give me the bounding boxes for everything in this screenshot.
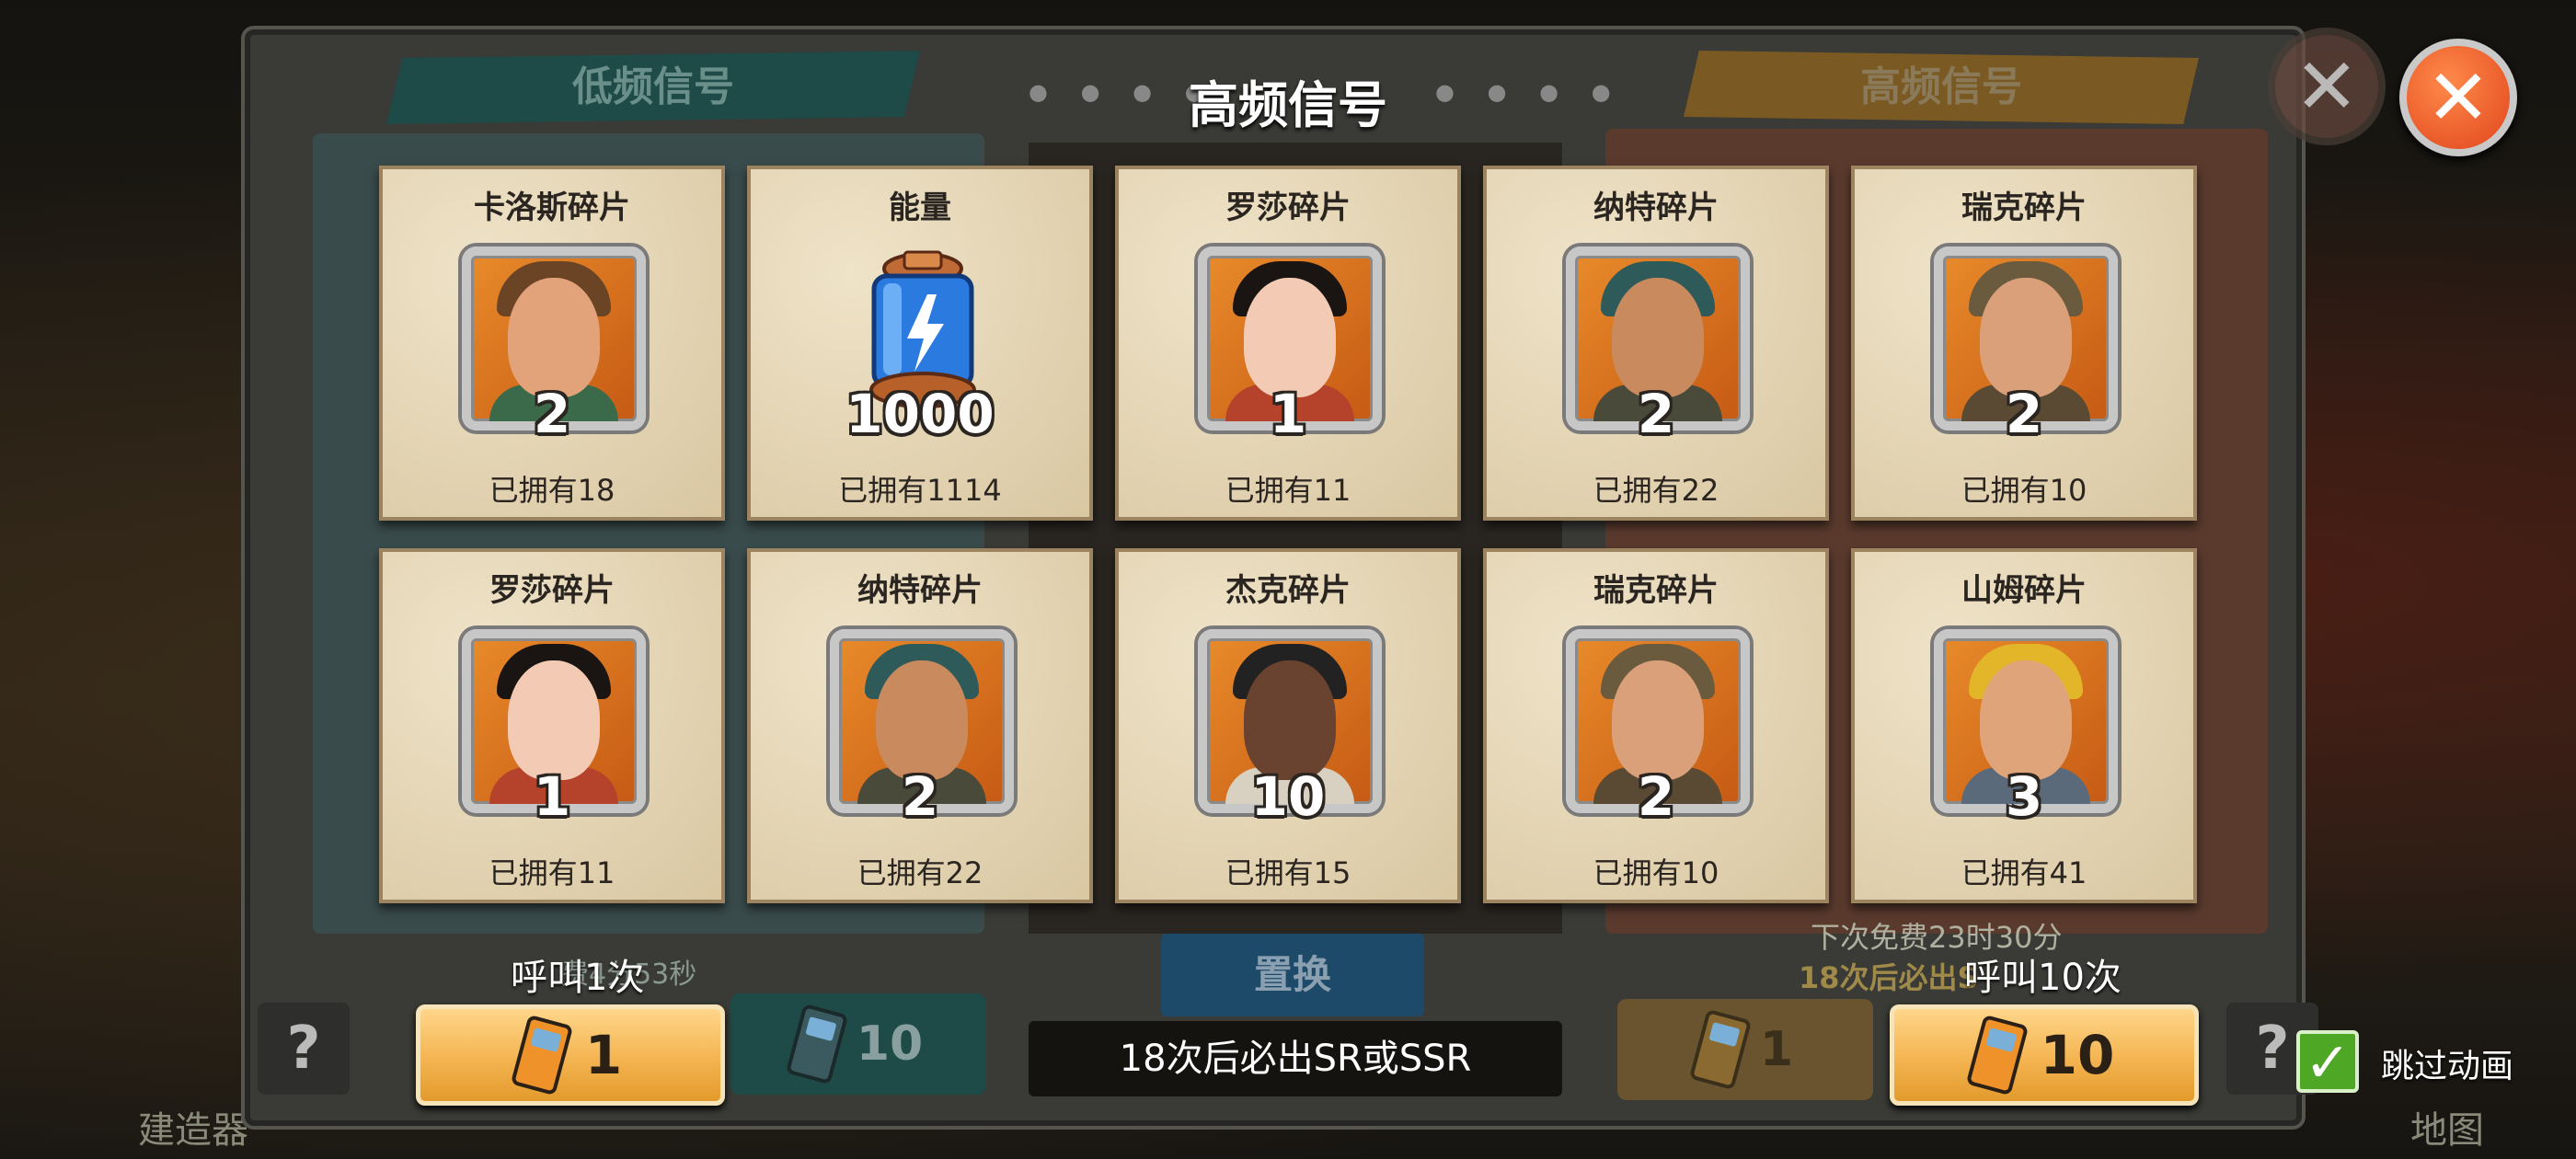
reward-card[interactable]: 卡洛斯碎片 2 已拥有18 <box>379 166 725 521</box>
card-owned-count: 已拥有1114 <box>838 473 1002 508</box>
reward-card[interactable]: 杰克碎片 10 已拥有15 <box>1115 548 1461 903</box>
tab-high-signal[interactable]: 高频信号 <box>1684 51 2199 124</box>
card-owned-count: 已拥有18 <box>489 473 615 508</box>
reward-card[interactable]: 能量 1000 已拥有1114 <box>747 166 1093 521</box>
replace-button[interactable]: 置换 <box>1161 934 1424 1016</box>
close-icon-background: ✕ <box>2268 28 2386 145</box>
portrait-face <box>1980 278 2072 397</box>
reward-card[interactable]: 山姆碎片 3 已拥有41 <box>1851 548 2197 903</box>
card-quantity: 2 <box>1637 765 1675 828</box>
tab-low-signal[interactable]: 低频信号 <box>386 51 920 124</box>
card-owned-count: 已拥有15 <box>1225 855 1351 890</box>
card-name: 能量 <box>889 189 951 226</box>
card-quantity: 1 <box>1269 383 1307 445</box>
walkie-talkie-icon <box>1965 1014 2029 1096</box>
portrait-face <box>876 660 968 780</box>
call-ten-label: 呼叫10次 <box>1964 957 2122 999</box>
skip-animation-label: 跳过动画 <box>2381 1048 2514 1085</box>
card-quantity: 1000 <box>845 383 995 445</box>
card-quantity: 1 <box>533 765 571 828</box>
card-owned-count: 已拥有10 <box>1961 473 2087 508</box>
page-title: 高频信号 <box>1189 76 1387 134</box>
card-name: 罗莎碎片 <box>489 572 615 609</box>
reward-card[interactable]: 瑞克碎片 2 已拥有10 <box>1483 548 1829 903</box>
call-ten-low-button[interactable]: 10 <box>730 993 986 1095</box>
call-once-label: 呼叫1次 <box>511 957 645 999</box>
call-ten-button[interactable]: 10 <box>1890 1004 2199 1106</box>
walkie-talkie-icon <box>785 1003 849 1085</box>
card-quantity: 2 <box>901 765 939 828</box>
close-button[interactable]: ✕ <box>2399 39 2517 156</box>
call-ten-low-cost: 10 <box>856 1016 924 1072</box>
card-owned-count: 已拥有22 <box>1593 473 1719 508</box>
walkie-talkie-icon <box>1688 1008 1753 1091</box>
help-button-left[interactable]: ? <box>258 1003 350 1095</box>
card-name: 卡洛斯碎片 <box>474 189 630 226</box>
card-owned-count: 已拥有22 <box>857 855 983 890</box>
reward-card[interactable]: 纳特碎片 2 已拥有22 <box>747 548 1093 903</box>
portrait-face <box>1612 278 1704 397</box>
call-once-cost: 1 <box>584 1024 623 1086</box>
card-owned-count: 已拥有10 <box>1593 855 1719 890</box>
portrait-face <box>508 660 600 780</box>
guarantee-note: 18次后必出S <box>1799 960 1979 995</box>
card-name: 瑞克碎片 <box>1593 572 1719 609</box>
reward-card[interactable]: 瑞克碎片 2 已拥有10 <box>1851 166 2197 521</box>
portrait-face <box>1244 660 1336 780</box>
card-quantity: 3 <box>2005 765 2043 828</box>
portrait-face <box>1244 278 1336 397</box>
portrait-face <box>1980 660 2072 780</box>
skip-animation-checkbox[interactable]: ✓ <box>2296 1030 2359 1093</box>
call-once-high-cost: 1 <box>1759 1022 1794 1077</box>
card-quantity: 2 <box>2005 383 2043 445</box>
guarantee-status: 18次后必出SR或SSR <box>1029 1021 1562 1096</box>
card-quantity: 10 <box>1250 765 1326 828</box>
map-label: 地图 <box>2410 1109 2484 1152</box>
card-name: 纳特碎片 <box>1593 189 1719 226</box>
reward-card[interactable]: 纳特碎片 2 已拥有22 <box>1483 166 1829 521</box>
reward-card[interactable]: 罗莎碎片 1 已拥有11 <box>1115 166 1461 521</box>
portrait-face <box>1612 660 1704 780</box>
card-name: 杰克碎片 <box>1225 572 1351 609</box>
card-owned-count: 已拥有41 <box>1961 855 2087 890</box>
call-once-high-button[interactable]: 1 <box>1617 999 1873 1100</box>
card-owned-count: 已拥有11 <box>489 855 615 890</box>
card-name: 纳特碎片 <box>857 572 983 609</box>
card-quantity: 2 <box>533 383 571 445</box>
card-name: 山姆碎片 <box>1961 572 2087 609</box>
call-once-button[interactable]: 1 <box>416 1004 725 1106</box>
call-ten-cost: 10 <box>2040 1024 2115 1086</box>
card-name: 瑞克碎片 <box>1961 189 2087 226</box>
reward-card[interactable]: 罗莎碎片 1 已拥有11 <box>379 548 725 903</box>
card-quantity: 2 <box>1637 383 1675 445</box>
card-owned-count: 已拥有11 <box>1225 473 1351 508</box>
portrait-face <box>508 278 600 397</box>
card-name: 罗莎碎片 <box>1225 189 1351 226</box>
walkie-talkie-icon <box>510 1014 574 1096</box>
build-label: 建造器 <box>138 1109 248 1152</box>
